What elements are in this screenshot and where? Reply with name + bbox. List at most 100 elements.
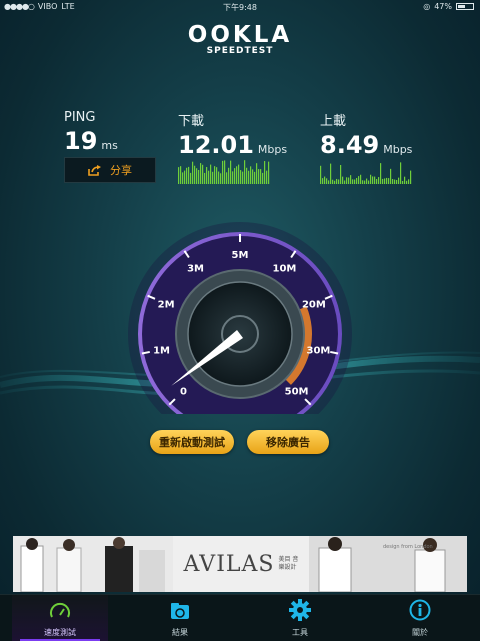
ping-stat: PING 19 ms bbox=[64, 110, 118, 155]
remove-ads-button[interactable]: 移除廣告 bbox=[247, 430, 329, 454]
graph-bar bbox=[182, 172, 184, 184]
graph-bar bbox=[254, 171, 256, 184]
upload-label: 上載 bbox=[320, 114, 347, 129]
gauge-tick-label: 50M bbox=[285, 387, 309, 398]
tab-about[interactable]: 關於 bbox=[372, 595, 468, 641]
graph-bar bbox=[334, 180, 336, 184]
graph-bar bbox=[252, 169, 254, 184]
graph-bar bbox=[260, 169, 262, 184]
graph-bar bbox=[346, 177, 348, 184]
graph-bar bbox=[184, 170, 186, 184]
graph-bar bbox=[256, 163, 258, 184]
gauge-tick-label: 2M bbox=[158, 299, 175, 310]
graph-bar bbox=[214, 166, 216, 184]
graph-bar bbox=[352, 179, 354, 184]
download-value: 12.01 bbox=[178, 131, 254, 159]
clock: 下午9:48 bbox=[223, 3, 257, 12]
graph-bar bbox=[178, 167, 180, 184]
graph-bar bbox=[188, 166, 190, 184]
ping-unit: ms bbox=[101, 139, 118, 152]
graph-bar bbox=[390, 168, 392, 184]
gauge-tick-label: 1M bbox=[153, 346, 170, 357]
ad-brand-sub: 美目 音樂設計 bbox=[278, 556, 299, 571]
graph-bar bbox=[212, 171, 214, 184]
download-stat: 下載 12.01 Mbps bbox=[178, 110, 287, 159]
logo-sub: SPEEDTEST bbox=[206, 46, 274, 56]
tab-speedtest[interactable]: 速度測試 bbox=[12, 595, 108, 641]
gauge-tick-label: 30M bbox=[307, 346, 331, 357]
ping-label: PING bbox=[64, 110, 96, 125]
graph-bar bbox=[210, 164, 212, 184]
graph-bar bbox=[372, 176, 374, 184]
graph-bar bbox=[396, 179, 398, 184]
graph-bar bbox=[232, 171, 234, 184]
graph-bar bbox=[394, 179, 396, 184]
graph-bar bbox=[398, 177, 400, 184]
graph-bar bbox=[198, 170, 200, 184]
graph-bar bbox=[250, 166, 252, 184]
graph-bar bbox=[338, 179, 340, 184]
gauge-tick-label: 5M bbox=[232, 250, 249, 261]
graph-bar bbox=[262, 172, 264, 184]
graph-bar bbox=[190, 172, 192, 184]
ad-brand: AVILAS 美目 音樂設計 bbox=[173, 536, 309, 592]
graph-bar bbox=[362, 180, 364, 184]
download-label: 下載 bbox=[178, 114, 205, 129]
graph-bar bbox=[368, 180, 370, 184]
graph-bar bbox=[234, 168, 236, 184]
graph-bar bbox=[382, 178, 384, 184]
graph-bar bbox=[220, 173, 222, 184]
status-bar: ●●●●○ VIBO LTE 下午9:48 ◎ 47% bbox=[0, 0, 480, 14]
graph-bar bbox=[322, 178, 324, 184]
graph-bar bbox=[326, 178, 328, 184]
ad-banner[interactable]: AVILAS 美目 音樂設計 design from London bbox=[13, 536, 467, 592]
graph-bar bbox=[384, 178, 386, 184]
graph-bar bbox=[386, 177, 388, 184]
speedometer-icon bbox=[50, 602, 70, 618]
graph-bar bbox=[228, 167, 230, 184]
graph-bar bbox=[328, 180, 330, 184]
tab-tools[interactable]: 工具 bbox=[252, 595, 348, 641]
tab-bar: 速度測試 結果 工具 關於 bbox=[0, 594, 480, 641]
graph-bar bbox=[244, 160, 246, 184]
graph-bar bbox=[360, 174, 362, 184]
graph-bar bbox=[342, 176, 344, 184]
graph-bar bbox=[200, 163, 202, 184]
graph-bar bbox=[320, 165, 322, 184]
share-button[interactable]: 分享 bbox=[64, 157, 156, 183]
graph-bar bbox=[194, 165, 196, 184]
graph-bar bbox=[196, 168, 198, 184]
graph-bar bbox=[258, 169, 260, 184]
graph-bar bbox=[240, 170, 242, 184]
graph-bar bbox=[186, 167, 188, 184]
tab-results[interactable]: 結果 bbox=[132, 595, 228, 641]
graph-bar bbox=[236, 166, 238, 184]
graph-bar bbox=[266, 170, 268, 184]
graph-bar bbox=[356, 177, 358, 184]
battery-percent: 47% bbox=[434, 2, 452, 11]
results-icon bbox=[171, 603, 189, 619]
graph-bar bbox=[410, 170, 412, 184]
upload-stat: 上載 8.49 Mbps bbox=[320, 110, 412, 159]
graph-bar bbox=[358, 176, 360, 184]
logo-main: OOKLA bbox=[187, 22, 293, 48]
graph-bar bbox=[332, 179, 334, 184]
tab-tools-label: 工具 bbox=[292, 628, 308, 637]
graph-bar bbox=[354, 179, 356, 184]
graph-bar bbox=[264, 161, 266, 184]
graph-bar bbox=[224, 160, 226, 184]
tab-results-label: 結果 bbox=[172, 628, 188, 637]
ad-tagline: design from London bbox=[383, 544, 433, 550]
share-icon bbox=[88, 164, 101, 176]
graph-bar bbox=[246, 167, 248, 184]
graph-bar bbox=[378, 177, 380, 184]
share-label: 分享 bbox=[110, 164, 132, 177]
rotation-lock-icon: ◎ bbox=[423, 2, 431, 11]
graph-bar bbox=[324, 176, 326, 184]
graph-bar bbox=[350, 175, 352, 184]
restart-test-button[interactable]: 重新啟動測試 bbox=[150, 430, 234, 454]
graph-bar bbox=[230, 160, 232, 184]
graph-bar bbox=[202, 164, 204, 184]
graph-bar bbox=[206, 167, 208, 184]
graph-bar bbox=[344, 180, 346, 184]
